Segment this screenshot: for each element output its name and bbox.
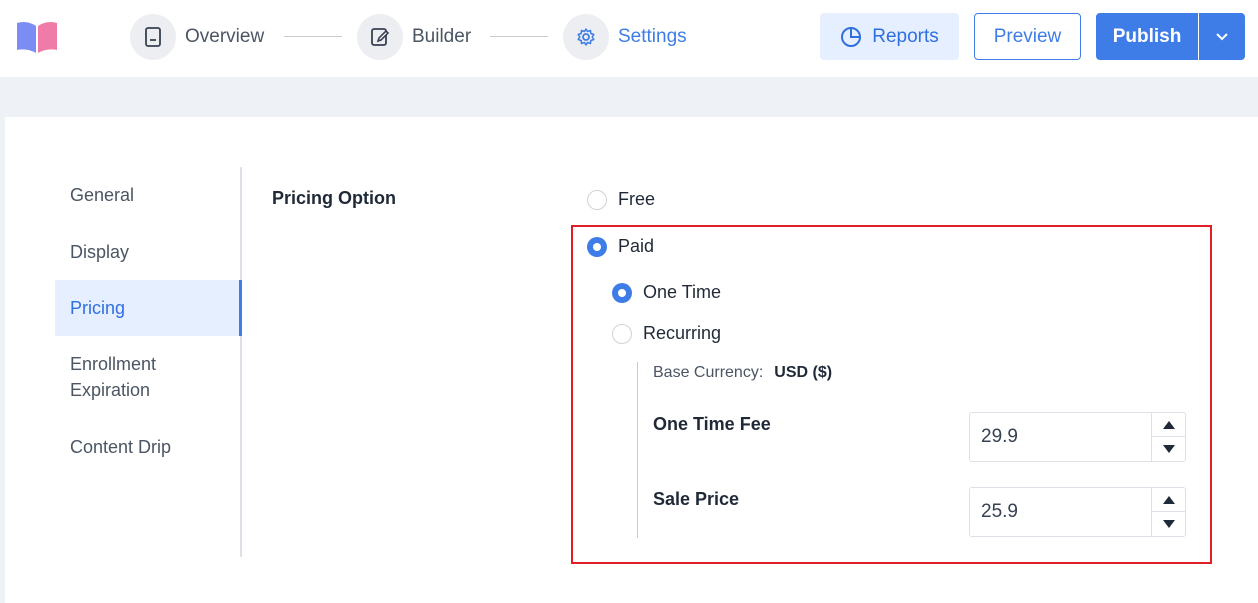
sidebar-item-enrollment-expiration[interactable]: Enrollment Expiration — [55, 351, 205, 403]
document-icon — [130, 14, 176, 60]
publish-button[interactable]: Publish — [1096, 13, 1198, 60]
step-settings[interactable]: Settings — [563, 14, 687, 60]
gear-icon — [563, 14, 609, 60]
radio-free-dot[interactable] — [587, 189, 607, 210]
sale-price-stepper[interactable] — [1151, 488, 1185, 536]
sale-price-label: Sale Price — [653, 489, 740, 509]
chevron-down-icon — [1216, 32, 1228, 40]
sidebar-item-general[interactable]: General — [55, 182, 242, 208]
radio-paid[interactable]: Paid — [587, 236, 654, 257]
triangle-up-icon — [1162, 495, 1175, 504]
sale-price-input[interactable]: 25.9 — [969, 487, 1186, 537]
one-time-fee-input[interactable]: 29.9 — [969, 412, 1186, 462]
triangle-down-icon — [1162, 445, 1175, 453]
book-logo-icon[interactable] — [14, 19, 60, 55]
step-overview-label: Overview — [185, 26, 265, 47]
pricing-option-label: Pricing Option — [272, 188, 396, 208]
base-currency-label: Base Currency: — [653, 364, 764, 381]
one-time-fee-value[interactable]: 29.9 — [981, 426, 1018, 448]
radio-recurring-dot[interactable] — [612, 323, 632, 344]
radio-paid-label: Paid — [618, 236, 655, 256]
step-builder-label: Builder — [412, 26, 472, 47]
radio-paid-dot[interactable] — [587, 236, 607, 257]
radio-recurring-label: Recurring — [643, 323, 722, 343]
increment-button[interactable] — [1152, 488, 1185, 512]
pie-chart-icon — [841, 26, 862, 47]
one-time-fee-stepper[interactable] — [1151, 413, 1185, 461]
triangle-down-icon — [1162, 520, 1175, 528]
radio-recurring[interactable]: Recurring — [612, 323, 721, 344]
top-bar: Overview Builder Settings Reports Previe… — [0, 0, 1258, 77]
base-currency-value: USD ($) — [774, 364, 833, 381]
increment-button[interactable] — [1152, 413, 1185, 437]
preview-button[interactable]: Preview — [974, 13, 1081, 60]
sidebar-item-display[interactable]: Display — [55, 239, 242, 265]
sidebar-item-label: Enrollment Expiration — [70, 354, 157, 400]
decrement-button[interactable] — [1152, 437, 1185, 461]
publish-label: Publish — [1112, 25, 1182, 47]
sidebar-item-label: Content Drip — [70, 437, 172, 457]
sale-price-value[interactable]: 25.9 — [981, 501, 1018, 523]
step-connector — [490, 36, 548, 37]
triangle-up-icon — [1162, 420, 1175, 429]
sidebar-item-content-drip[interactable]: Content Drip — [55, 434, 242, 460]
indent-guide — [637, 362, 638, 538]
step-connector — [284, 36, 342, 37]
settings-sidebar: General Display Pricing Enrollment Expir… — [55, 167, 242, 557]
reports-button[interactable]: Reports — [820, 13, 959, 60]
radio-free[interactable]: Free — [587, 189, 655, 210]
sidebar-item-label: Display — [70, 242, 130, 262]
sidebar-item-label: Pricing — [70, 298, 126, 318]
radio-one-time[interactable]: One Time — [612, 282, 721, 303]
step-overview[interactable]: Overview — [130, 14, 264, 60]
radio-one-time-dot[interactable] — [612, 282, 632, 303]
radio-free-label: Free — [618, 189, 656, 209]
sidebar-item-label: General — [70, 185, 135, 205]
decrement-button[interactable] — [1152, 512, 1185, 536]
base-currency: Base Currency: USD ($) — [653, 364, 832, 382]
sidebar-item-pricing[interactable]: Pricing — [55, 280, 242, 336]
publish-menu-button[interactable] — [1199, 13, 1245, 60]
one-time-fee-label: One Time Fee — [653, 414, 771, 434]
edit-icon — [357, 14, 403, 60]
step-settings-label: Settings — [618, 26, 687, 47]
step-builder[interactable]: Builder — [357, 14, 471, 60]
preview-label: Preview — [993, 25, 1062, 47]
reports-label: Reports — [872, 25, 939, 47]
radio-one-time-label: One Time — [643, 282, 722, 302]
